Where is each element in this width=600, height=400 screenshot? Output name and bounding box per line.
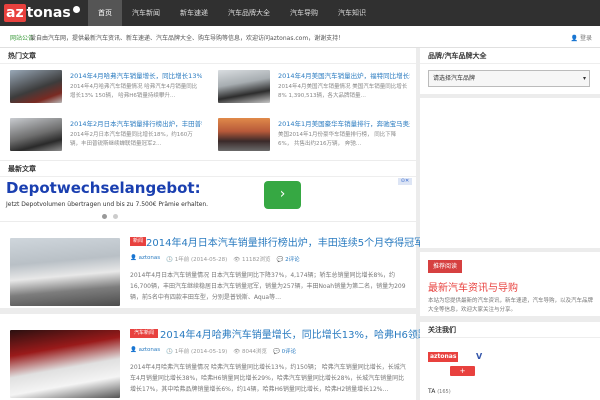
follow-panel: 关注我们 aztonas V + TA (165) [420, 322, 600, 400]
ad-pager[interactable] [102, 213, 124, 221]
advertisement-banner[interactable]: Depotwechselangebot: Jetzt Depotvolumen … [0, 177, 416, 221]
views-text: 11182浏览 [241, 257, 271, 263]
views: 👁 11182浏览 [233, 257, 271, 263]
brand-select-panel: 品牌/汽车品牌大全 请选择汽车品牌 ▾ [420, 48, 600, 94]
site-logo[interactable]: az tonas [4, 3, 80, 23]
hot-articles-panel: 热门文章 2014年4月哈弗汽车销量增长，同比增长13%，哈弗H6… 2014年… [0, 48, 416, 160]
ad-headline[interactable]: Depotwechselangebot: [6, 179, 201, 197]
author-link[interactable]: 👤 aztonas [130, 255, 160, 263]
article-card: 汽车新闻 2014年4月哈弗汽车销量增长，同比增长13%，哈弗H6领跑销量 👤 … [0, 314, 448, 400]
notice-text: 爱自由汽车网，提供最新汽车资讯、新车速递、汽车品牌大全、购车导购等信息，欢迎访问… [30, 35, 345, 42]
brand-select-value: 请选择汽车品牌 [433, 75, 476, 82]
ad-subtext: Jetzt Depotvolumen übertragen und bis zu… [6, 201, 209, 208]
ad-dot[interactable] [113, 214, 118, 219]
hot-item[interactable]: 2014年4月哈弗汽车销量增长，同比增长13%，哈弗H6… 2014年4月哈弗汽… [0, 64, 208, 112]
ta-followers: TA (165) [428, 388, 451, 395]
hot-item-title[interactable]: 2014年4月哈弗汽车销量增长，同比增长13%，哈弗H6… [70, 70, 202, 80]
nav-new-cars[interactable]: 新车速递 [170, 0, 218, 26]
ad-choices-icon[interactable]: ⊙✕ [398, 178, 412, 185]
article-meta: 👤 aztonas 🕒 1年前 (2014-05-28) 👁 11182浏览 💬… [130, 255, 300, 263]
login-label: 登录 [579, 35, 592, 42]
hot-item[interactable]: 2014年2月日本汽车销量排行榜出炉，丰田普锐斯夺冠 2014年2月日本汽车销量… [0, 112, 208, 160]
recommend-panel: 推荐阅读 最新汽车资讯与导购 本站为您提供最新的汽车资讯，新车速递，汽车导购，以… [420, 252, 600, 316]
article-category-badge[interactable]: 汽车新闻 [130, 329, 159, 338]
hot-thumb-image[interactable] [218, 118, 270, 151]
article-title[interactable]: 2014年4月日本汽车销量排行榜出炉，丰田连续5个月夺得冠军 [146, 234, 424, 249]
logo-az: az [4, 4, 26, 22]
brand-select-title: 品牌/汽车品牌大全 [420, 48, 600, 64]
weibo-v-icon: V [476, 352, 483, 361]
date-text: 1年前 (2014-05-19) [174, 349, 228, 355]
author-link[interactable]: 👤 aztonas [130, 347, 160, 355]
nav-home[interactable]: 首页 [88, 0, 122, 26]
hot-item[interactable]: 2014年4月美国汽车销量出炉，福特同比增长52%，通用… 2014年4月美国汽… [208, 64, 416, 112]
comments-link[interactable]: 💬 2评论 [276, 255, 299, 263]
article-thumb-image[interactable] [10, 238, 120, 306]
hot-thumb-image[interactable] [218, 70, 270, 103]
chevron-down-icon: ▾ [582, 75, 586, 82]
main-nav: 首页 汽车新闻 新车速递 汽车品牌大全 汽车导购 汽车知识 [88, 0, 376, 26]
date-text: 1年前 (2014-05-28) [174, 257, 228, 263]
hot-thumb-image[interactable] [10, 70, 62, 103]
article-card: 新闻 2014年4月日本汽车销量排行榜出炉，丰田连续5个月夺得冠军 👤 azto… [0, 222, 424, 308]
author-name: aztonas [138, 347, 161, 353]
comments-text: 0评论 [281, 349, 297, 355]
sidebar-ad-slot [420, 98, 600, 248]
hot-item-title[interactable]: 2014年4月美国汽车销量出炉，福特同比增长52%，通用… [278, 70, 410, 80]
article-meta: 👤 aztonas 🕒 1年前 (2014-05-19) 👁 8044浏览 💬 … [130, 347, 296, 355]
nav-knowledge[interactable]: 汽车知识 [328, 0, 376, 26]
views: 👁 8044浏览 [233, 349, 267, 355]
hot-item-title[interactable]: 2014年1月美国豪华车销量排行，奔驰宝马奥迪争霸 [278, 118, 410, 128]
nav-guide[interactable]: 汽车导购 [280, 0, 328, 26]
hot-thumb-image[interactable] [10, 118, 62, 151]
author-name: aztonas [138, 255, 161, 261]
article-excerpt: 2014年4月日本汽车销量情况 日本汽车销量同比下降37%，4,174辆；轿车总… [130, 272, 406, 301]
recommend-tag: 推荐阅读 [428, 260, 463, 273]
ad-dot[interactable] [102, 214, 107, 219]
ta-count: (165) [437, 389, 451, 395]
ta-label: TA [428, 388, 436, 395]
hot-item-desc: 美国2014年1月份豪华车销量排行榜， 同比下降6%， 共售出约216万辆， 奔… [278, 132, 397, 147]
hot-articles-title: 热门文章 [0, 48, 416, 64]
article-title[interactable]: 2014年4月哈弗汽车销量增长，同比增长13%，哈弗H6领跑销量 [160, 326, 448, 341]
top-navbar: az tonas 首页 汽车新闻 新车速递 汽车品牌大全 汽车导购 汽车知识 [0, 0, 600, 26]
comments-link[interactable]: 💬 0评论 [273, 347, 296, 355]
logo-ball-icon [72, 5, 80, 13]
follow-button[interactable]: + [450, 366, 475, 376]
date: 🕒 1年前 (2014-05-28) [166, 257, 228, 263]
article-thumb-image[interactable] [10, 330, 120, 398]
hot-item-title[interactable]: 2014年2月日本汽车销量排行榜出炉，丰田普锐斯夺冠 [70, 118, 202, 128]
recommend-link[interactable]: 最新汽车资讯与导购 [428, 279, 518, 294]
nav-brands[interactable]: 汽车品牌大全 [218, 0, 280, 26]
follow-title: 关注我们 [420, 322, 600, 338]
date: 🕒 1年前 (2014-05-19) [166, 349, 228, 355]
hot-item-desc: 2014年4月美国汽车销量情况 美国汽车销量同比增长8% 1,390,513辆，… [278, 84, 408, 99]
article-category-badge[interactable]: 新闻 [130, 237, 147, 246]
mini-logo[interactable]: aztonas [428, 352, 459, 362]
latest-articles-title: 最新文章 [0, 161, 416, 177]
hot-item-desc: 2014年4月哈弗汽车销量情况 哈弗汽车4月销量同比增长13% 150辆， 哈弗… [70, 84, 198, 99]
hot-item[interactable]: 2014年1月美国豪华车销量排行，奔驰宝马奥迪争霸 美国2014年1月份豪华车销… [208, 112, 416, 160]
latest-articles-header: 最新文章 [0, 161, 416, 177]
notice-bar: 网站公告 爱自由汽车网，提供最新汽车资讯、新车速递、汽车品牌大全、购车导购等信息… [0, 26, 600, 48]
nav-news[interactable]: 汽车新闻 [122, 0, 170, 26]
brand-select[interactable]: 请选择汽车品牌 ▾ [428, 70, 590, 87]
ad-go-button[interactable]: › [264, 181, 301, 209]
comments-text: 2评论 [285, 257, 300, 263]
recommend-text: 本站为您提供最新的汽车资讯，新车速递，汽车导购，以及汽车品牌大全等信息，欢迎大家… [428, 298, 594, 313]
logo-text: tonas [26, 5, 71, 21]
views-text: 8044浏览 [241, 349, 267, 355]
hot-item-desc: 2014年2月日本汽车销量同比增长18%，约160万辆，丰田普锐斯继续蝉联销量冠… [70, 132, 193, 147]
article-excerpt: 2014年4月哈弗汽车销量情况 哈弗汽车销量同比增长13%，约150辆； 哈弗汽… [130, 364, 406, 393]
login-link[interactable]: 👤 登录 [571, 33, 592, 42]
